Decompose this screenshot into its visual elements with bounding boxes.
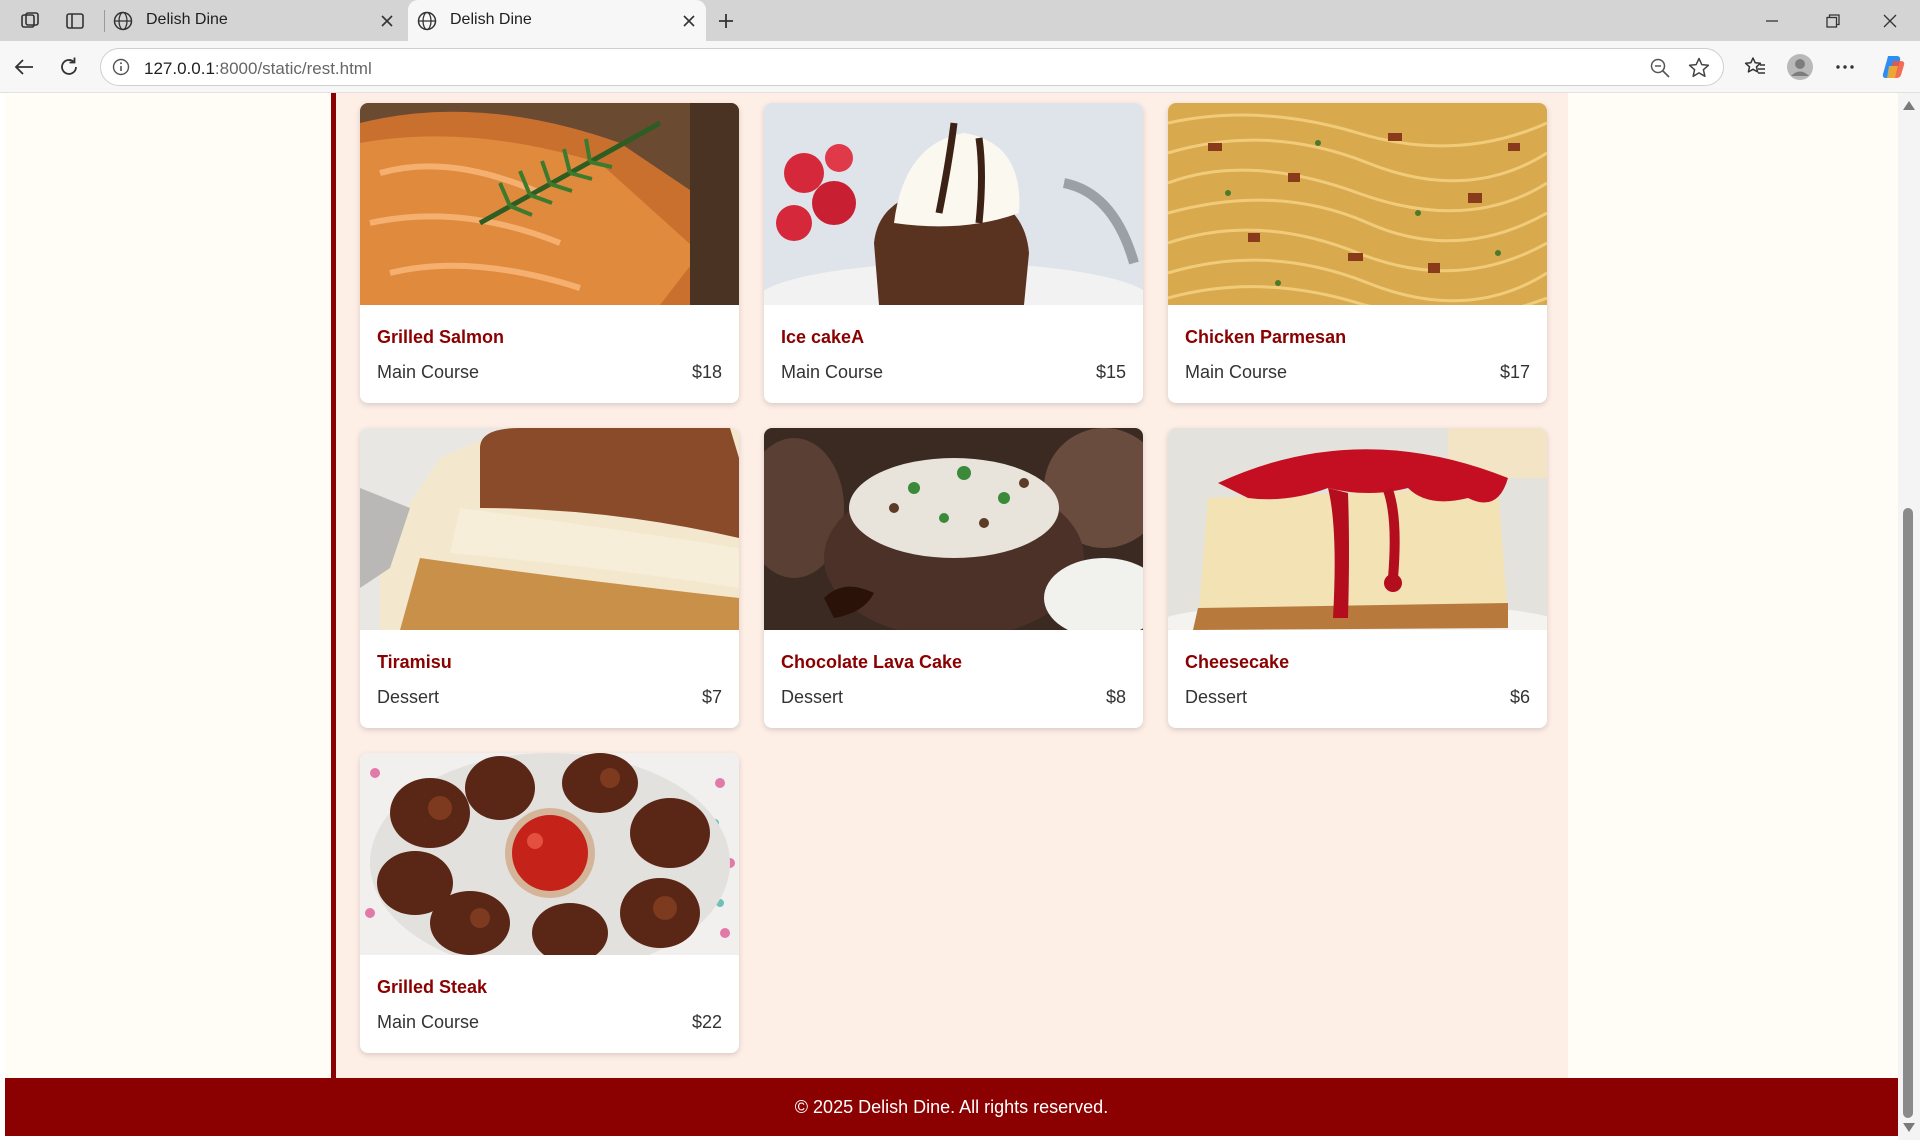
item-name: Tiramisu [377,652,452,672]
zoom-out-icon[interactable] [1649,57,1671,84]
close-tab-icon[interactable] [376,10,398,32]
profile-avatar-icon[interactable] [1785,52,1815,82]
copilot-icon[interactable] [1878,52,1908,82]
item-category: Main Course [1185,362,1288,382]
item-name: Ice cakeA [781,327,865,347]
globe-icon [416,10,438,37]
menu-card[interactable]: Ice cakeA Main Course $15 [764,103,1143,403]
url-text: 127.0.0.1:8000/static/rest.html [144,59,372,79]
menu-card[interactable]: Grilled Steak Main Course $22 [360,753,739,1053]
item-name: Cheesecake [1185,652,1290,672]
item-price: $18 [691,362,722,382]
url-path: :8000/static/rest.html [214,59,372,78]
scrollbar-thumb[interactable] [1903,508,1913,1118]
scroll-up-arrow-icon[interactable] [1903,101,1915,110]
vertical-scrollbar[interactable] [1898,93,1920,1140]
workspaces-icon[interactable] [17,8,43,34]
footer-copyright: © 2025 Delish Dine. All rights reserved. [794,1096,1109,1117]
scroll-down-arrow-icon[interactable] [1903,1123,1915,1132]
item-name: Chocolate Lava Cake [781,652,963,672]
menu-card[interactable]: Chocolate Lava Cake Dessert $8 [764,428,1143,728]
minimize-icon[interactable] [1752,6,1792,36]
item-category: Dessert [1185,687,1248,707]
menu-card[interactable]: Chicken Parmesan Main Course $17 [1168,103,1547,403]
item-price: $7 [701,687,722,707]
panel-accent-border [331,93,336,1078]
item-price: $15 [1095,362,1126,382]
favorites-list-icon[interactable] [1740,52,1770,82]
page-footer: © 2025 Delish Dine. All rights reserved. [5,1078,1898,1136]
menu-card[interactable]: Grilled Salmon Main Course $18 [360,103,739,403]
close-tab-icon[interactable] [678,10,700,32]
tiramisu-photo [360,428,739,630]
item-name: Chicken Parmesan [1185,327,1347,347]
tab-title: Delish Dine [146,11,228,28]
address-bar[interactable]: 127.0.0.1:8000/static/rest.html [100,48,1724,86]
item-price: $17 [1499,362,1530,382]
cheesecake-photo [1168,428,1547,630]
menu-card[interactable]: Tiramisu Dessert $7 [360,428,739,728]
grilled-salmon-photo [360,103,739,305]
restore-icon[interactable] [1813,6,1853,36]
browser-toolbar: 127.0.0.1:8000/static/rest.html [0,41,1920,93]
site-info-icon[interactable] [111,57,131,82]
new-tab-plus-icon[interactable] [713,8,739,34]
item-category: Main Course [377,362,480,382]
tab-delish-dine-1[interactable]: Delish Dine [104,0,404,41]
favorite-star-icon[interactable] [1687,56,1711,85]
item-name: Grilled Salmon [377,327,505,347]
item-price: $8 [1105,687,1126,707]
stuffed-mushroom-photo [764,428,1143,630]
reload-icon[interactable] [54,52,84,82]
fried-chicken-photo [360,753,739,955]
item-price: $22 [691,1012,722,1032]
lava-cake-icecream-photo [764,103,1143,305]
item-name: Grilled Steak [377,977,488,997]
item-category: Dessert [377,687,440,707]
globe-icon [112,10,134,37]
tab-title: Delish Dine [450,11,532,28]
vertical-tabs-icon[interactable] [62,8,88,34]
spaghetti-carbonara-photo [1168,103,1547,305]
more-options-icon[interactable] [1830,52,1860,82]
item-category: Main Course [377,1012,480,1032]
page-viewport: Grilled Salmon Main Course $18 Ice cakeA… [5,93,1898,1136]
item-price: $6 [1509,687,1530,707]
item-category: Dessert [781,687,844,707]
browser-tab-bar: Delish Dine Delish Dine [0,0,1920,41]
tab-delish-dine-2[interactable]: Delish Dine [408,0,706,41]
item-category: Main Course [781,362,884,382]
url-host: 127.0.0.1 [144,59,215,78]
close-window-icon[interactable] [1870,6,1910,36]
back-arrow-icon[interactable] [9,52,39,82]
menu-card[interactable]: Cheesecake Dessert $6 [1168,428,1547,728]
